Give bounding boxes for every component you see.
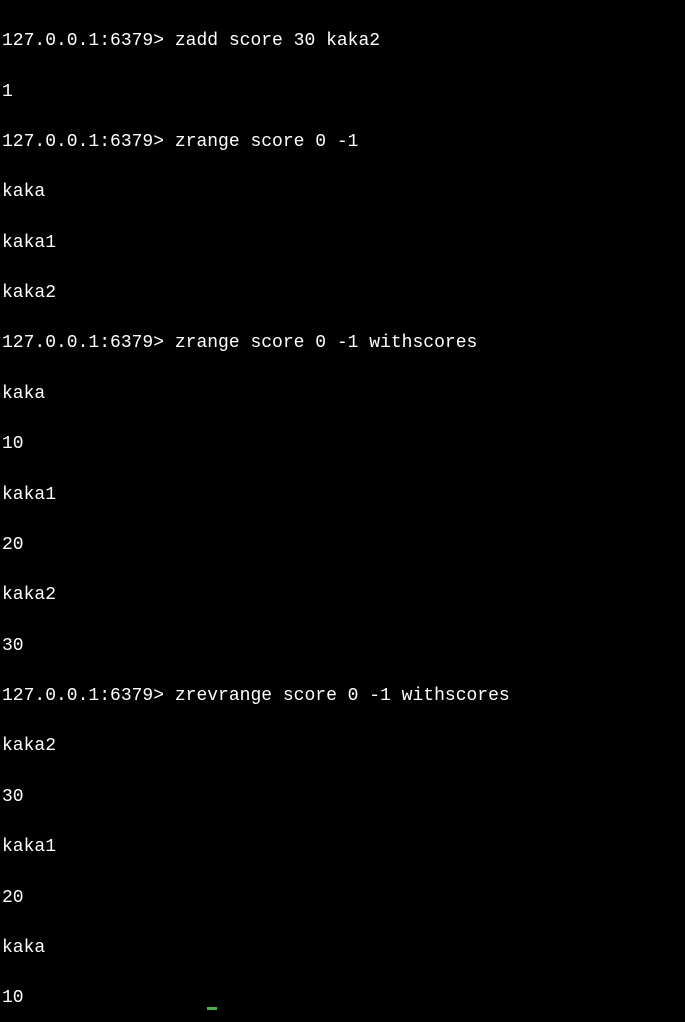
output-line: 1 [2, 80, 683, 105]
command-line: 127.0.0.1:6379> zadd score 30 kaka2 [2, 29, 683, 54]
output-line: 30 [2, 634, 683, 659]
output-line: kaka2 [2, 281, 683, 306]
command-text: zrange score 0 -1 withscores [175, 333, 477, 353]
output-line: kaka1 [2, 231, 683, 256]
output-line: kaka [2, 382, 683, 407]
output-text: 10 [2, 988, 24, 1008]
output-line: kaka2 [2, 734, 683, 759]
output-line: 20 [2, 533, 683, 558]
command-line: 127.0.0.1:6379> zrange score 0 -1 [2, 130, 683, 155]
output-line: kaka [2, 936, 683, 961]
output-line: 10 [2, 432, 683, 457]
prompt: 127.0.0.1:6379> [2, 686, 164, 706]
prompt: 127.0.0.1:6379> [2, 132, 164, 152]
output-line-with-cursor: 10 [2, 986, 683, 1011]
command-line: 127.0.0.1:6379> zrange score 0 -1 withsc… [2, 331, 683, 356]
output-line: 30 [2, 785, 683, 810]
prompt: 127.0.0.1:6379> [2, 31, 164, 51]
command-text: zadd score 30 kaka2 [175, 31, 380, 51]
output-line: kaka1 [2, 835, 683, 860]
command-text: zrange score 0 -1 [175, 132, 359, 152]
cursor-icon [207, 1007, 217, 1010]
prompt: 127.0.0.1:6379> [2, 333, 164, 353]
output-line: 20 [2, 886, 683, 911]
output-line: kaka [2, 180, 683, 205]
output-line: kaka2 [2, 583, 683, 608]
command-line: 127.0.0.1:6379> zrevrange score 0 -1 wit… [2, 684, 683, 709]
command-text: zrevrange score 0 -1 withscores [175, 686, 510, 706]
output-line: kaka1 [2, 483, 683, 508]
terminal-window[interactable]: 127.0.0.1:6379> zadd score 30 kaka2 1 12… [2, 4, 683, 1022]
